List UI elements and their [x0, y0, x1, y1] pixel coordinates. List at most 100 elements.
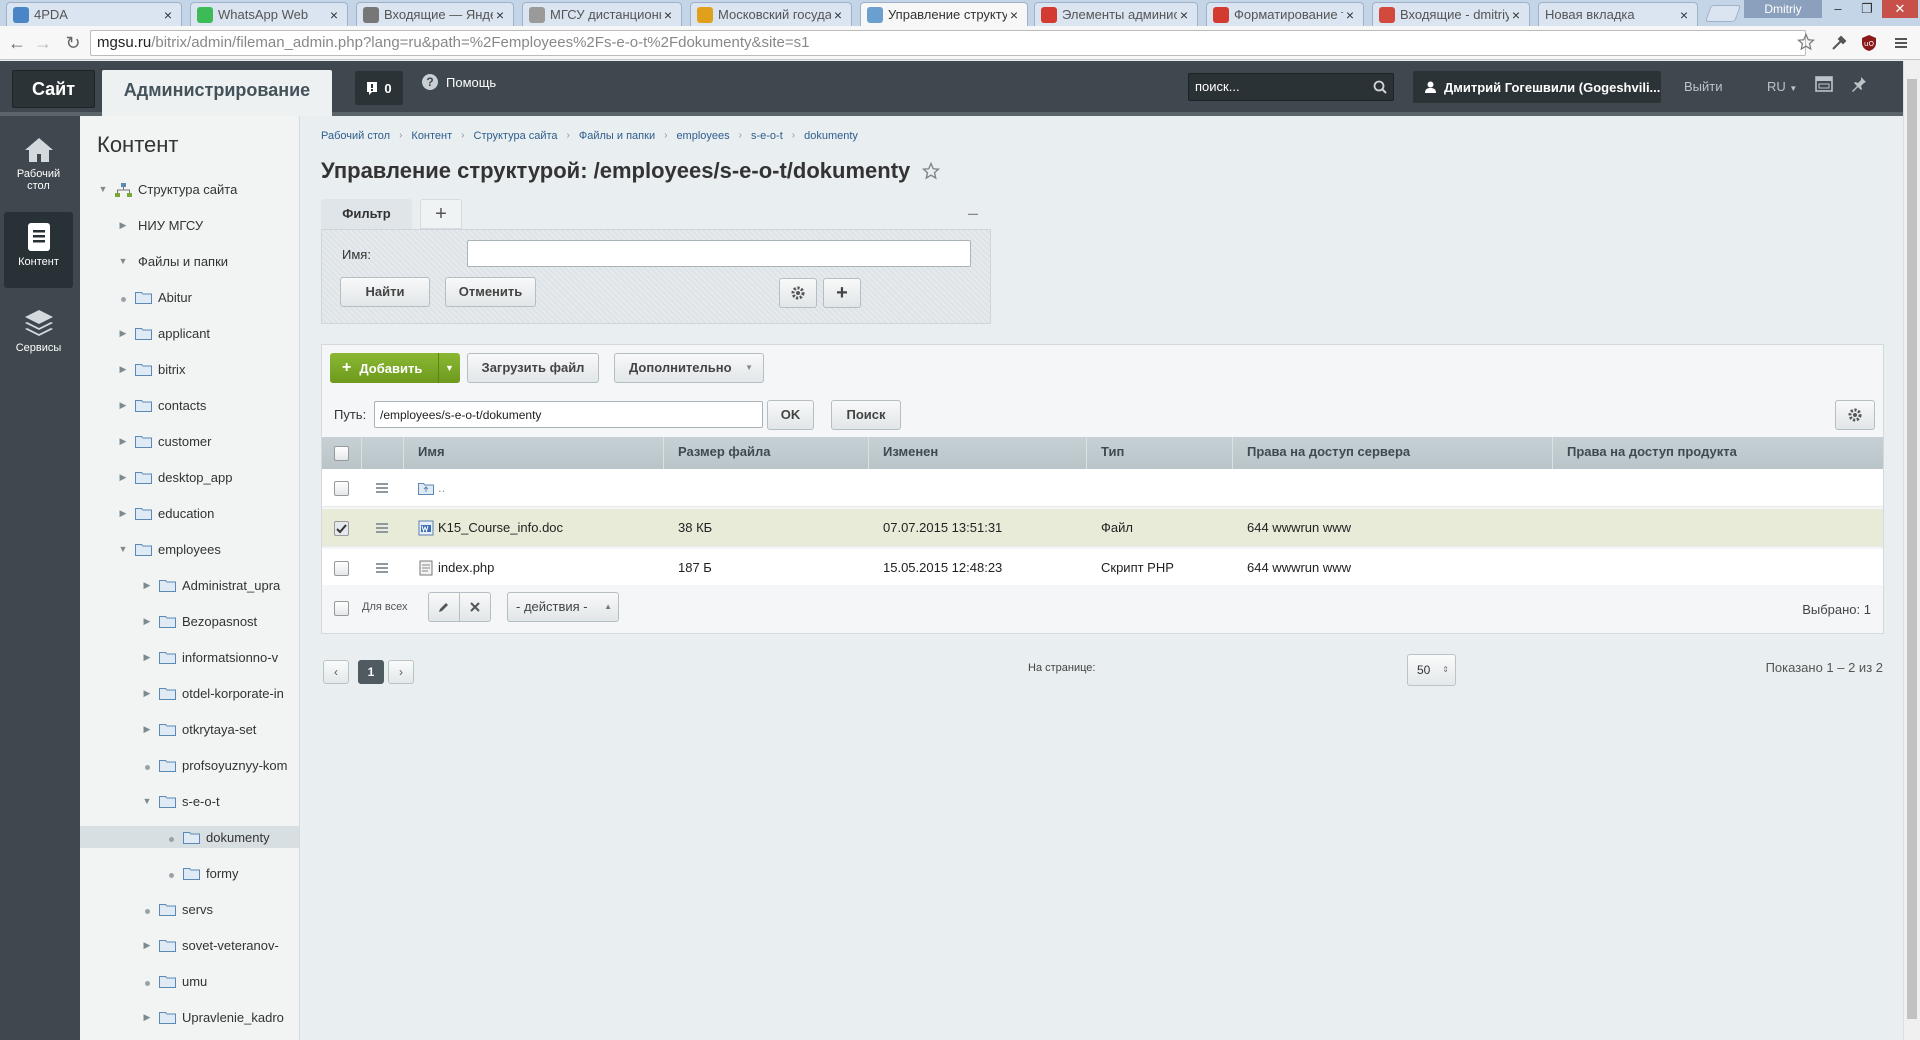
- restore-button[interactable]: ❐: [1853, 0, 1881, 18]
- chevron-right-icon[interactable]: ▶: [140, 688, 154, 699]
- chevron-right-icon[interactable]: ▶: [140, 616, 154, 627]
- eyedropper-icon[interactable]: [1830, 34, 1848, 52]
- hamburger-menu-icon[interactable]: [376, 481, 388, 495]
- pin-icon[interactable]: [1851, 76, 1871, 96]
- scrollbar-thumb[interactable]: [1907, 79, 1917, 1019]
- chevron-right-icon[interactable]: ▶: [140, 1012, 154, 1023]
- file-name[interactable]: K15_Course_info.doc: [438, 510, 563, 546]
- path-input[interactable]: [374, 401, 763, 428]
- table-row[interactable]: index.php 187 Б 15.05.2015 12:48:23 Скрипт …: [322, 549, 1883, 587]
- leaf-dot-icon[interactable]: [164, 866, 178, 881]
- page-number-current[interactable]: 1: [358, 660, 384, 684]
- chevron-down-icon[interactable]: ▼: [116, 256, 130, 266]
- logout-link[interactable]: Выйти: [1684, 79, 1723, 94]
- browser-tab[interactable]: Входящие - dmitriy.g×: [1372, 2, 1530, 26]
- close-tab-icon[interactable]: ×: [661, 7, 675, 23]
- tree-item[interactable]: profsoyuznyy-kom: [80, 754, 299, 776]
- browser-tab[interactable]: Элементы администр×: [1034, 2, 1198, 26]
- path-ok-button[interactable]: OK: [767, 400, 814, 430]
- browser-tab[interactable]: Управление структур ×: [860, 2, 1028, 26]
- column-name[interactable]: Имя: [404, 437, 664, 469]
- tree-item[interactable]: servs: [80, 898, 299, 920]
- find-button[interactable]: Найти: [340, 277, 430, 307]
- chevron-right-icon[interactable]: ▶: [140, 940, 154, 951]
- tree-item[interactable]: ▶ bitrix: [80, 358, 299, 380]
- breadcrumb-item[interactable]: Файлы и папки: [579, 130, 655, 142]
- column-server-rights[interactable]: Права на доступ сервера: [1233, 437, 1553, 469]
- breadcrumb-item[interactable]: dokumenty: [804, 130, 858, 142]
- close-tab-icon[interactable]: ×: [1509, 7, 1523, 23]
- file-name[interactable]: index.php: [438, 550, 494, 586]
- hamburger-menu-icon[interactable]: [376, 521, 388, 535]
- tree-item[interactable]: ▶ customer: [80, 430, 299, 452]
- next-page-button[interactable]: ›: [388, 660, 414, 684]
- user-profile-button[interactable]: Дмитрий Гогешвили (Gogeshvili...: [1413, 71, 1661, 103]
- chevron-right-icon[interactable]: ▶: [140, 652, 154, 663]
- browser-tab[interactable]: Форматирование те ×: [1206, 2, 1364, 26]
- browser-tab[interactable]: МГСУ дистанционно ×: [522, 2, 682, 26]
- menu-services[interactable]: Сервисы: [4, 298, 73, 374]
- search-icon[interactable]: [1373, 80, 1387, 94]
- chevron-right-icon[interactable]: ▶: [116, 328, 130, 339]
- for-all-checkbox[interactable]: [334, 601, 349, 616]
- bookmark-star-icon[interactable]: [1797, 33, 1815, 51]
- filter-tab[interactable]: Фильтр: [321, 199, 412, 232]
- close-tab-icon[interactable]: ×: [1343, 7, 1357, 23]
- file-name[interactable]: ..: [438, 470, 445, 506]
- add-button[interactable]: + Добавить ▼: [330, 353, 460, 383]
- prev-page-button[interactable]: ‹: [323, 660, 349, 684]
- tree-item[interactable]: ▶ Administrat_upra: [80, 574, 299, 596]
- column-size[interactable]: Размер файла: [664, 437, 869, 469]
- tree-item[interactable]: ▼ Структура сайта: [80, 178, 299, 200]
- row-checkbox[interactable]: [334, 520, 349, 536]
- tree-item[interactable]: Abitur: [80, 286, 299, 308]
- name-cell[interactable]: index.php: [404, 549, 664, 587]
- delete-selected-button[interactable]: [459, 592, 491, 622]
- menu-content[interactable]: Контент: [4, 212, 73, 288]
- column-type[interactable]: Тип: [1087, 437, 1233, 469]
- path-search-button[interactable]: Поиск: [831, 400, 901, 430]
- upload-file-button[interactable]: Загрузить файл: [467, 353, 599, 383]
- leaf-dot-icon[interactable]: [140, 902, 154, 917]
- close-tab-icon[interactable]: ×: [831, 7, 845, 23]
- row-checkbox[interactable]: [334, 560, 349, 576]
- select-all-checkbox[interactable]: [334, 445, 349, 461]
- chevron-right-icon[interactable]: ▶: [116, 400, 130, 411]
- chevron-right-icon[interactable]: ▶: [116, 508, 130, 519]
- ublock-icon[interactable]: uO: [1860, 34, 1878, 52]
- add-filter-field-button[interactable]: +: [823, 278, 861, 308]
- add-filter-tab-button[interactable]: +: [420, 199, 462, 229]
- language-select[interactable]: RU ▼: [1767, 79, 1797, 94]
- tree-item[interactable]: ▶ sovet-veteranov-: [80, 934, 299, 956]
- group-actions-select[interactable]: - действия - ▲: [507, 592, 619, 622]
- admin-search-input[interactable]: поиск...: [1188, 73, 1394, 101]
- forward-icon[interactable]: →: [32, 33, 54, 55]
- column-product-rights[interactable]: Права на доступ продукта: [1553, 437, 1883, 469]
- table-row[interactable]: ..: [322, 469, 1883, 507]
- leaf-dot-icon[interactable]: [140, 974, 154, 989]
- notifications-button[interactable]: 0: [355, 71, 403, 105]
- per-page-select[interactable]: 50 ⇕: [1407, 654, 1456, 686]
- close-tab-icon[interactable]: ×: [493, 7, 507, 23]
- edit-selected-button[interactable]: [428, 592, 460, 622]
- chevron-right-icon[interactable]: ▶: [116, 472, 130, 483]
- administration-tab[interactable]: Администрирование: [102, 70, 332, 116]
- row-checkbox[interactable]: [334, 480, 349, 496]
- column-modified[interactable]: Изменен: [869, 437, 1087, 469]
- chevron-right-icon[interactable]: ▶: [140, 580, 154, 591]
- window-mode-icon[interactable]: [1815, 76, 1835, 96]
- minimize-button[interactable]: ‒: [1824, 0, 1852, 18]
- new-tab-button[interactable]: [1704, 5, 1742, 22]
- add-dropdown-chevron-icon[interactable]: ▼: [438, 353, 460, 383]
- browser-tab[interactable]: Московский государ ×: [690, 2, 852, 26]
- close-tab-icon[interactable]: ×: [161, 7, 175, 23]
- filter-name-input[interactable]: [467, 240, 971, 267]
- browser-tab[interactable]: Входящие — Яндекс×: [356, 2, 514, 26]
- tree-item[interactable]: ▶ Upravlenie_kadro: [80, 1006, 299, 1028]
- close-tab-icon[interactable]: ×: [1677, 7, 1691, 23]
- tree-item[interactable]: ▼ employees: [80, 538, 299, 560]
- close-tab-icon[interactable]: ×: [327, 7, 341, 23]
- tree-item[interactable]: ▶ otdel-korporate-in: [80, 682, 299, 704]
- url-input[interactable]: mgsu.ru/bitrix/admin/fileman_admin.php?l…: [90, 30, 1806, 56]
- page-scrollbar[interactable]: [1903, 61, 1920, 1040]
